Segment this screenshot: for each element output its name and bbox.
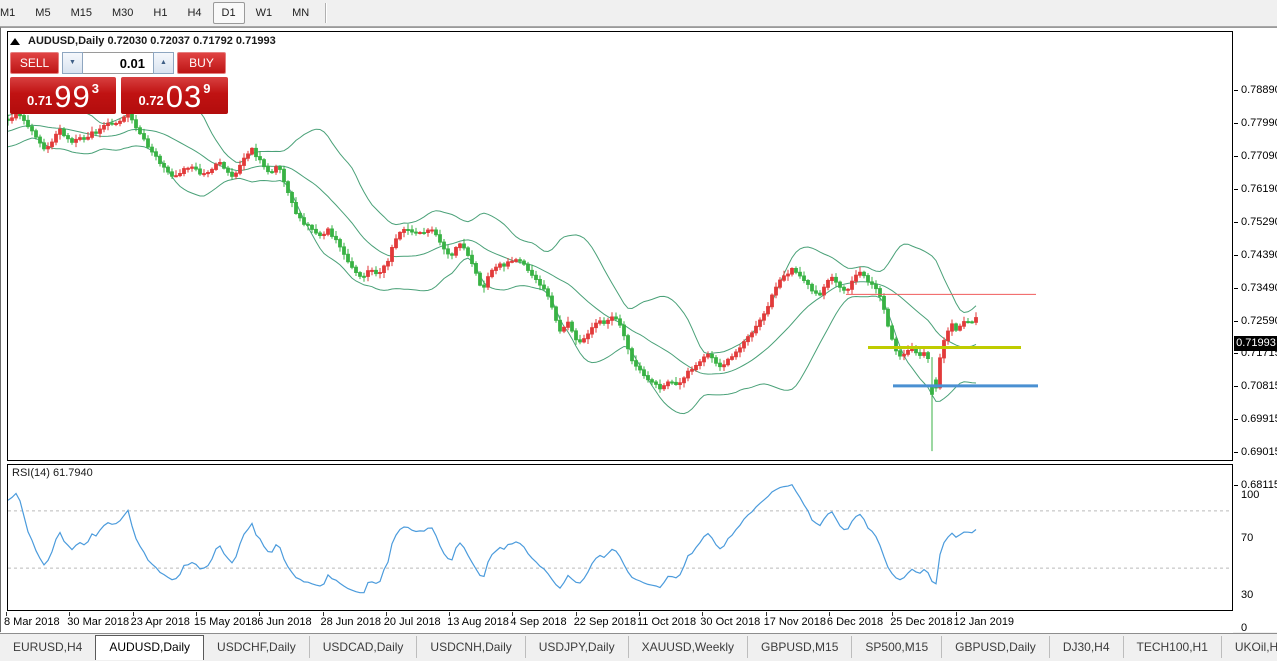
timeframe-button-m15[interactable]: M15 [62,2,101,24]
time-tick-label: 30 Mar 2018 [67,616,129,628]
toolbar-separator [325,3,327,23]
chart-window: AUDUSD,Daily 0.72030 0.72037 0.71792 0.7… [0,27,1277,632]
price-tick-mark [1234,485,1238,486]
rsi-line-chart [8,465,1232,610]
rsi-indicator-pane[interactable]: RSI(14) 61.7940 [7,464,1233,611]
timeframe-button-m5[interactable]: M5 [26,2,59,24]
time-tick-label: 25 Dec 2018 [890,616,952,628]
time-axis[interactable]: 8 Mar 2018 30 Mar 201823 Apr 2018 15 May 2… [1,612,1233,633]
timeframe-button-h1[interactable]: H1 [144,2,176,24]
chart-tab-audusd-daily[interactable]: AUDUSD,Daily [95,635,204,660]
rsi-tick-label: 30 [1241,589,1253,601]
price-tick-mark [1234,452,1238,453]
time-tick-label: 6 Dec 2018 [827,616,883,628]
price-tick-mark [1234,222,1238,223]
sell-button[interactable]: SELL [10,52,59,74]
price-tick-label: 0.73490 [1241,282,1277,294]
chart-symbol-label: AUDUSD,Daily [28,35,104,47]
chart-tab-dj30-h4[interactable]: DJ30,H4 [1049,636,1123,658]
timeframe-button-d1[interactable]: D1 [213,2,245,24]
sell-price-prefix: 0.71 [27,93,52,108]
time-tick-label: 17 Nov 2018 [764,616,826,628]
price-chart-pane[interactable]: AUDUSD,Daily 0.72030 0.72037 0.71792 0.7… [7,31,1233,461]
price-tick-mark [1234,321,1238,322]
time-tick-label: 20 Jul 2018 [384,616,441,628]
buy-price-prefix: 0.72 [138,93,163,108]
rsi-indicator-label: RSI(14) 61.7940 [12,467,93,479]
rsi-tick-label: 70 [1241,532,1253,544]
price-tick-label: 0.70815 [1241,380,1277,392]
chart-ohlc-values: 0.72030 0.72037 0.71792 0.71993 [107,35,275,47]
timeframe-button-h4[interactable]: H4 [178,2,210,24]
chart-title: AUDUSD,Daily 0.72030 0.72037 0.71792 0.7… [28,35,276,47]
price-tick-label: 0.76190 [1241,183,1277,195]
price-tick-mark [1234,189,1238,190]
time-tick-label: 28 Jun 2018 [321,616,382,628]
price-tick-mark [1234,156,1238,157]
price-tick-mark [1234,419,1238,420]
price-tick-mark [1234,288,1238,289]
time-tick-label: 15 May 2018 [194,616,258,628]
buy-price-big: 03 [166,81,202,112]
chevron-up-icon: ▲ [160,59,167,66]
price-tick-label: 0.77090 [1241,150,1277,162]
chart-tab-gbpusd-m15[interactable]: GBPUSD,M15 [747,636,851,658]
price-axis[interactable]: 0.71993 0.788900.779900.770900.761900.75… [1234,31,1277,611]
price-tick-label: 0.71715 [1241,347,1277,359]
buy-button[interactable]: BUY [177,52,226,74]
price-tick-label: 0.69915 [1241,413,1277,425]
price-tick-label: 0.69015 [1241,446,1277,458]
chart-tab-gbpusd-daily[interactable]: GBPUSD,Daily [941,636,1049,658]
one-click-trading-panel: SELL ▼ ▲ BUY 0.71 99 3 0.72 [10,52,228,114]
price-tick-label: 0.74390 [1241,249,1277,261]
price-tick-mark [1234,123,1238,124]
time-tick-label: 6 Jun 2018 [257,616,311,628]
chart-tab-eurusd-h4[interactable]: EURUSD,H4 [0,636,95,658]
price-tick-mark [1234,353,1238,354]
chart-tab-usdchf-daily[interactable]: USDCHF,Daily [204,636,309,658]
sell-price-sup: 3 [92,81,99,96]
time-tick-label: 12 Jan 2019 [954,616,1015,628]
price-tick-label: 0.72590 [1241,315,1277,327]
chart-shift-marker-icon [10,38,20,45]
chart-tab-usdcad-daily[interactable]: USDCAD,Daily [309,636,417,658]
price-tick-mark [1234,90,1238,91]
time-tick-label: 8 Mar 2018 [4,616,60,628]
timeframe-toolbar: M1M5M15M30H1H4D1W1MN [0,0,1277,27]
time-tick-label: 22 Sep 2018 [574,616,636,628]
time-tick-label: 23 Apr 2018 [131,616,190,628]
timeframe-button-w1[interactable]: W1 [247,2,282,24]
price-tick-mark [1234,255,1238,256]
buy-price-sup: 9 [203,81,210,96]
time-tick-label: 30 Oct 2018 [700,616,760,628]
time-tick-label: 11 Oct 2018 [637,616,696,628]
price-tick-label: 0.78890 [1241,84,1277,96]
timeframe-button-m1[interactable]: M1 [0,2,24,24]
chart-tab-usdjpy-daily[interactable]: USDJPY,Daily [525,636,628,658]
timeframe-button-mn[interactable]: MN [283,2,318,24]
sell-price-big: 99 [54,81,90,112]
volume-increase-button[interactable]: ▲ [153,52,174,74]
time-tick-label: 4 Sep 2018 [510,616,566,628]
chart-tab-sp500-m15[interactable]: SP500,M15 [851,636,941,658]
chart-tab-bar: EURUSD,H4AUDUSD,DailyUSDCHF,DailyUSDCAD,… [0,633,1277,661]
volume-input[interactable] [83,52,153,74]
price-tick-label: 0.75290 [1241,216,1277,228]
time-tick-label: 13 Aug 2018 [447,616,509,628]
chart-tab-tech100-h1[interactable]: TECH100,H1 [1123,636,1221,658]
chevron-down-icon: ▼ [69,59,76,66]
buy-price-quote[interactable]: 0.72 03 9 [121,77,228,114]
timeframe-button-m30[interactable]: M30 [103,2,142,24]
chart-tab-ukoil-h1[interactable]: UKOil,H1 [1221,636,1277,658]
chart-tab-xauusd-weekly[interactable]: XAUUSD,Weekly [628,636,747,658]
price-tick-mark [1234,386,1238,387]
chart-tab-usdcnh-daily[interactable]: USDCNH,Daily [416,636,524,658]
rsi-tick-label: 100 [1241,489,1259,501]
price-tick-label: 0.77990 [1241,117,1277,129]
sell-price-quote[interactable]: 0.71 99 3 [10,77,116,114]
volume-decrease-button[interactable]: ▼ [62,52,83,74]
